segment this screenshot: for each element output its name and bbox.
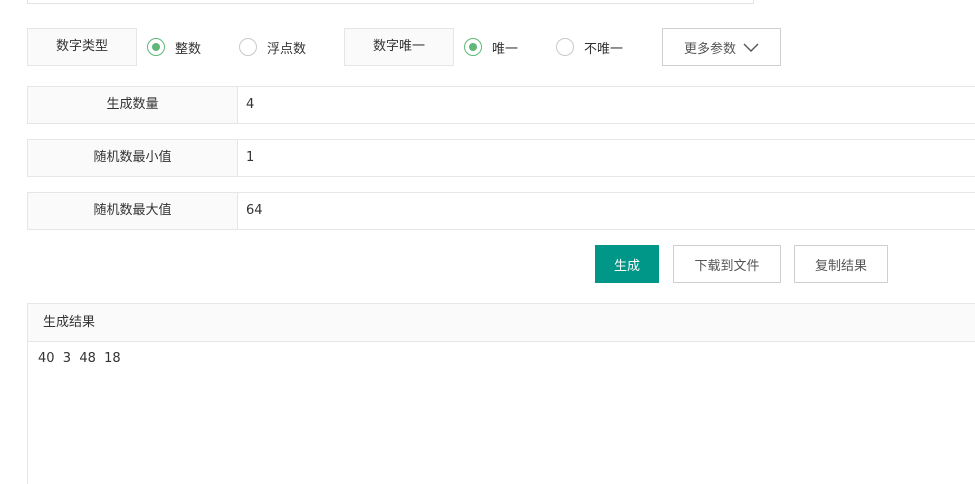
min-input[interactable]	[238, 140, 938, 176]
radio-unique-label: 唯一	[492, 41, 519, 57]
cropped-text	[31, 0, 67, 1]
result-title: 生成结果	[28, 304, 975, 342]
result-panel: 生成结果 40 3 48 18	[27, 303, 975, 484]
radio-unchecked-icon	[556, 38, 574, 56]
more-params-label: 更多参数	[683, 41, 736, 57]
radio-checked-icon	[147, 38, 165, 56]
max-row: 随机数最大值	[27, 192, 975, 230]
radio-not-unique[interactable]: 不唯一	[556, 36, 623, 58]
copy-result-button[interactable]: 复制结果	[794, 245, 888, 283]
radio-checked-icon	[464, 38, 482, 56]
count-label: 生成数量	[28, 87, 238, 123]
radio-float[interactable]: 浮点数	[239, 36, 306, 58]
max-label: 随机数最大值	[28, 193, 238, 229]
count-input[interactable]	[238, 87, 938, 123]
radio-unique[interactable]: 唯一	[464, 36, 518, 58]
download-button[interactable]: 下载到文件	[673, 245, 781, 283]
radio-integer-label: 整数	[175, 41, 202, 57]
count-row: 生成数量	[27, 86, 975, 124]
number-type-label: 数字类型	[27, 28, 137, 66]
min-label: 随机数最小值	[28, 140, 238, 176]
radio-float-label: 浮点数	[267, 41, 307, 57]
chevron-down-icon	[743, 42, 759, 52]
min-row: 随机数最小值	[27, 139, 975, 177]
radio-unchecked-icon	[239, 38, 257, 56]
radio-integer[interactable]: 整数	[147, 36, 201, 58]
radio-not-unique-label: 不唯一	[584, 41, 624, 57]
result-content[interactable]: 40 3 48 18	[28, 342, 975, 376]
generate-button[interactable]: 生成	[595, 245, 659, 283]
more-params-button[interactable]: 更多参数	[662, 28, 781, 66]
top-input-cropped[interactable]	[27, 0, 754, 4]
uniqueness-label: 数字唯一	[344, 28, 454, 66]
random-number-generator-page: 数字类型 整数 浮点数 数字唯一 唯一 不唯一 更多参数 生成数量 随机数最小值…	[0, 0, 975, 484]
max-input[interactable]	[238, 193, 938, 229]
